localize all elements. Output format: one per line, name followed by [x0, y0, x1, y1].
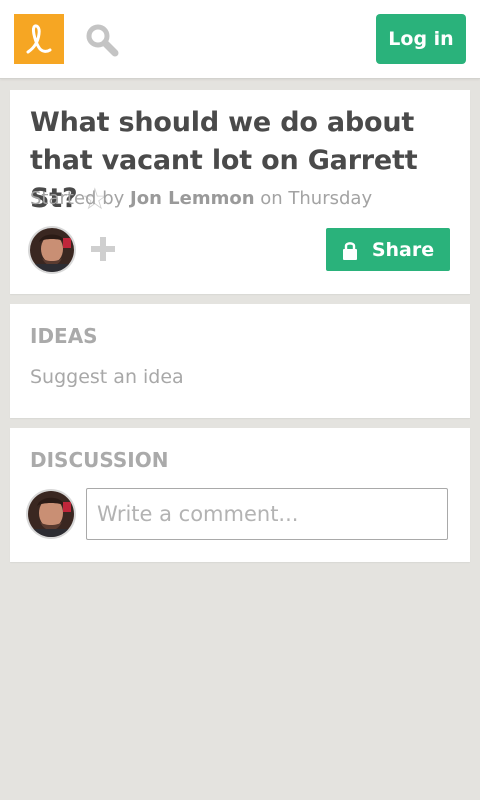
- ideas-heading: IDEAS: [30, 324, 98, 348]
- loomio-logo-icon[interactable]: [14, 14, 64, 64]
- suggest-idea-link[interactable]: Suggest an idea: [30, 366, 184, 388]
- discussion-card: What should we do about that vacant lot …: [10, 90, 470, 294]
- login-button[interactable]: Log in: [376, 14, 466, 64]
- participant-avatar[interactable]: [30, 228, 74, 272]
- share-button[interactable]: Share: [326, 228, 450, 271]
- ideas-card: IDEAS Suggest an idea: [10, 304, 470, 418]
- discussion-byline: Started by Jon Lemmon on Thursday: [30, 188, 372, 209]
- author-link[interactable]: Jon Lemmon: [130, 188, 255, 209]
- current-user-avatar: [28, 491, 74, 537]
- search-icon[interactable]: [84, 22, 120, 58]
- share-label: Share: [371, 238, 435, 261]
- discussion-comments-card: DISCUSSION: [10, 428, 470, 562]
- comment-input[interactable]: [86, 488, 448, 540]
- byline-prefix: Started by: [30, 188, 125, 209]
- plus-icon[interactable]: [90, 236, 116, 262]
- byline-date: on Thursday: [260, 188, 373, 209]
- discussion-heading: DISCUSSION: [30, 448, 169, 472]
- lock-icon: [342, 240, 358, 260]
- top-bar: Log in: [0, 0, 480, 79]
